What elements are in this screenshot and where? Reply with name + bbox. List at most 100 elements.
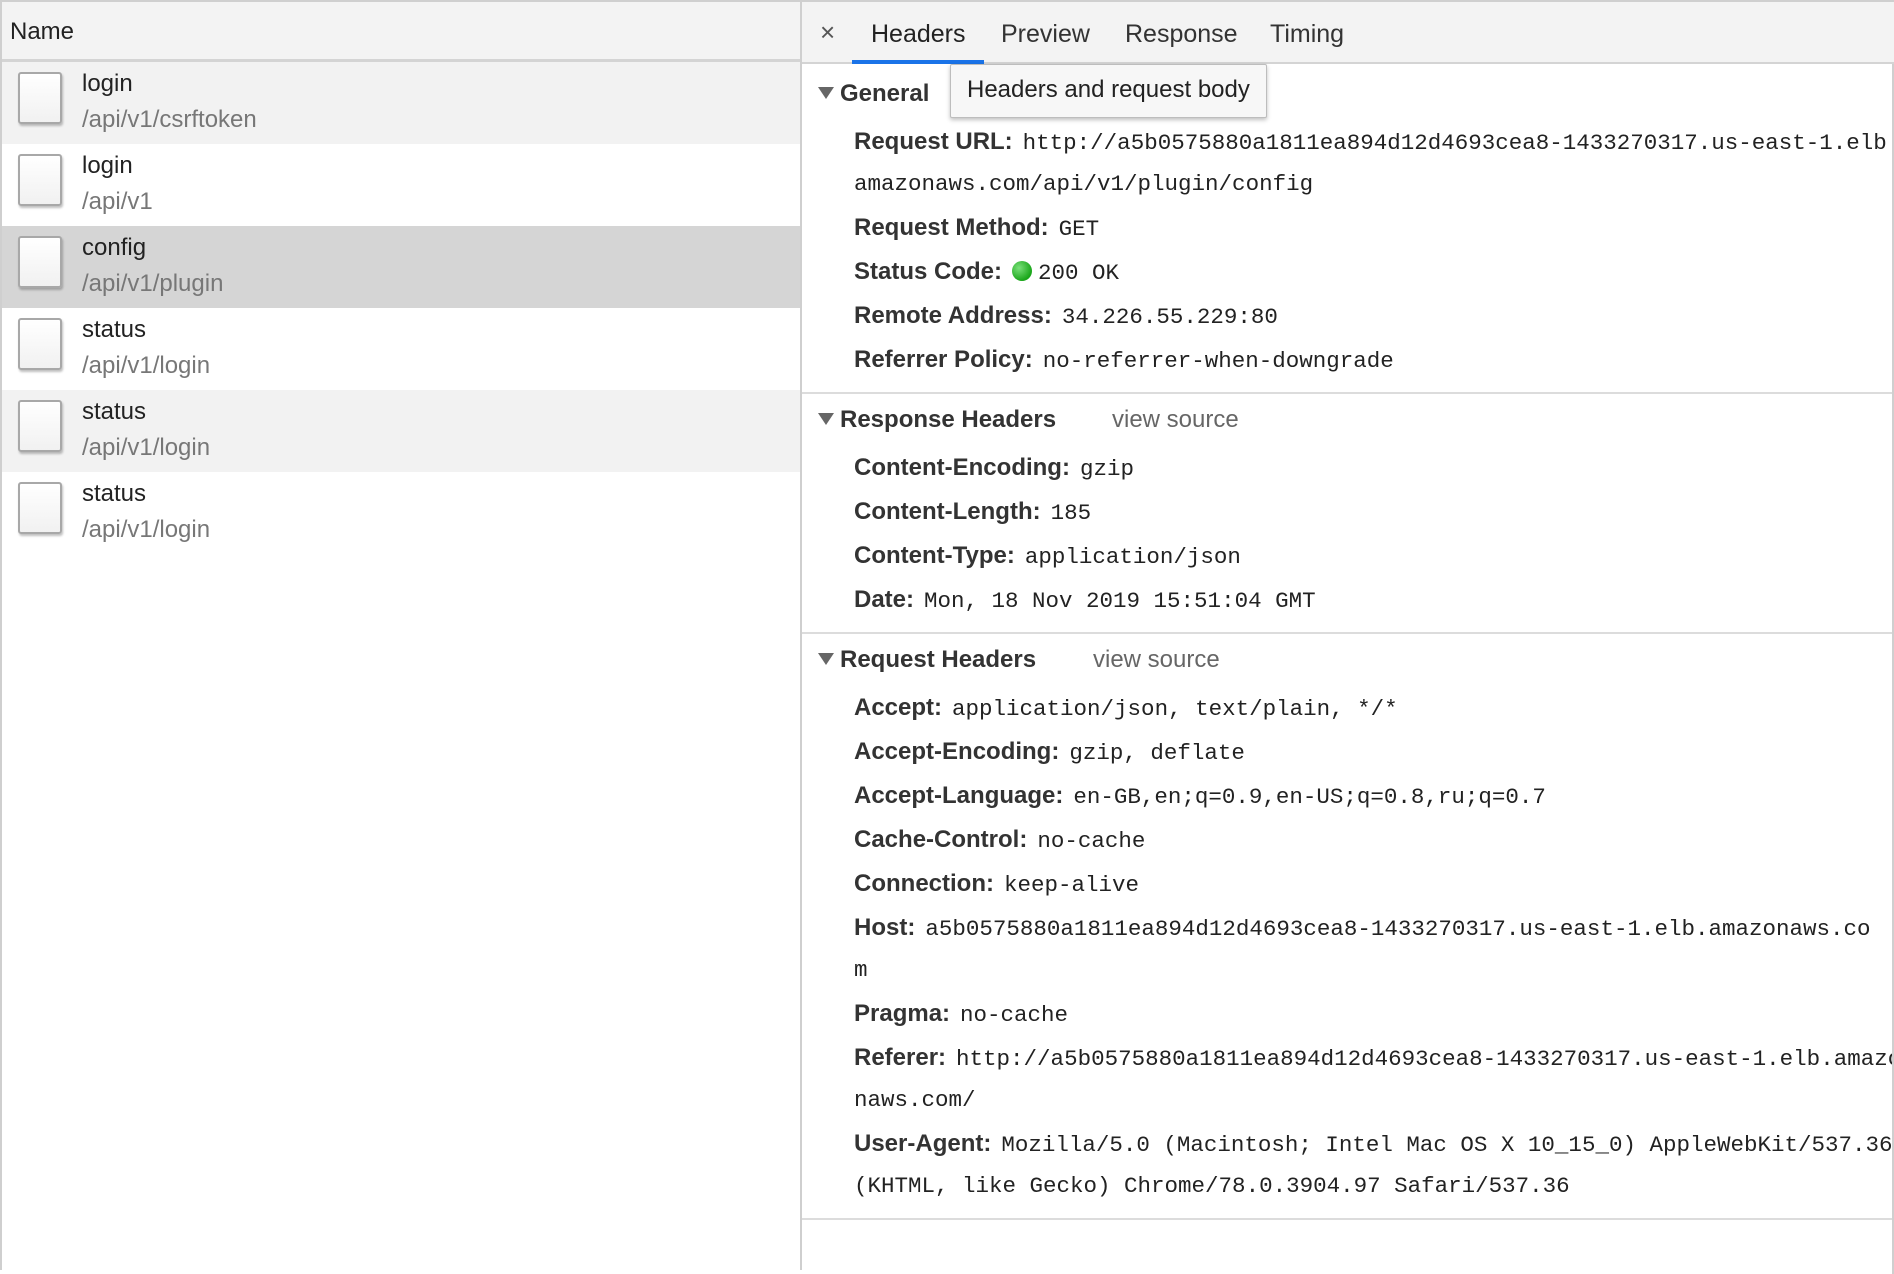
header-key: Accept: bbox=[854, 694, 943, 721]
response-headers-section-toggle[interactable]: Response Headers bbox=[818, 406, 1056, 434]
tab-preview[interactable]: Preview bbox=[1001, 20, 1090, 49]
name-column-header[interactable]: Name bbox=[2, 0, 800, 62]
header-key: Cache-Control: bbox=[854, 826, 1028, 853]
request-name: status bbox=[82, 316, 147, 343]
status-code-row: Status Code: 200 OK bbox=[854, 258, 1119, 286]
request-path: /api/v1 bbox=[82, 188, 153, 215]
document-icon bbox=[18, 482, 62, 534]
document-icon bbox=[18, 154, 62, 206]
request-list-pane: Name login /api/v1/csrftoken login /api/… bbox=[0, 0, 802, 1270]
request-headers-title: Request Headers bbox=[840, 646, 1037, 673]
details-tab-bar: × Headers Preview Response Timing bbox=[802, 0, 1894, 64]
header-key: Content-Type: bbox=[854, 542, 1015, 569]
request-name: status bbox=[82, 398, 147, 425]
request-url-continued: amazonaws.com/api/v1/plugin/config bbox=[854, 171, 1314, 197]
general-section-toggle[interactable]: General bbox=[818, 80, 929, 108]
accept-language-row: Accept-Language: en-GB,en;q=0.9,en-US;q=0… bbox=[854, 782, 1546, 810]
tab-headers[interactable]: Headers bbox=[871, 20, 966, 49]
expand-triangle-icon bbox=[818, 413, 834, 425]
header-key: Remote Address: bbox=[854, 302, 1052, 329]
user-agent-continued: (KHTML, like Gecko) Chrome/78.0.3904.97 … bbox=[854, 1173, 1570, 1199]
expand-triangle-icon bbox=[818, 653, 834, 665]
header-key: Request URL: bbox=[854, 128, 1013, 155]
header-key: Host: bbox=[854, 914, 916, 941]
header-value: Mon, 18 Nov 2019 15:51:04 GMT bbox=[924, 588, 1316, 614]
tab-response[interactable]: Response bbox=[1125, 20, 1238, 49]
content-length-row: Content-Length: 185 bbox=[854, 498, 1091, 526]
headers-tab-tooltip: Headers and request body bbox=[950, 64, 1267, 118]
request-row[interactable]: status /api/v1/login bbox=[2, 308, 800, 390]
header-value: a5b0575880a1811ea894d12d4693cea8-1433270… bbox=[925, 916, 1871, 942]
referer-row: Referer: http://a5b0575880a1811ea894d12d4… bbox=[854, 1044, 1894, 1072]
accept-row: Accept: application/json, text/plain, */* bbox=[854, 694, 1398, 722]
header-key: Status Code: bbox=[854, 258, 1003, 285]
header-key: Connection: bbox=[854, 870, 994, 897]
request-view-source-link[interactable]: view source bbox=[1093, 646, 1220, 674]
date-row: Date: Mon, 18 Nov 2019 15:51:04 GMT bbox=[854, 586, 1316, 614]
request-row[interactable]: status /api/v1/login bbox=[2, 472, 800, 554]
header-key: Pragma: bbox=[854, 1000, 951, 1027]
request-url-row: Request URL: http://a5b0575880a1811ea894d… bbox=[854, 128, 1894, 156]
header-value: application/json, text/plain, */* bbox=[952, 696, 1398, 722]
header-key: Accept-Language: bbox=[854, 782, 1064, 809]
header-value: Mozilla/5.0 (Macintosh; Intel Mac OS X 1… bbox=[1001, 1132, 1893, 1158]
header-value: GET bbox=[1058, 216, 1100, 242]
request-path: /api/v1/plugin bbox=[82, 270, 224, 297]
status-ok-dot-icon bbox=[1012, 261, 1033, 281]
header-value: gzip bbox=[1079, 456, 1134, 482]
header-key: User-Agent: bbox=[854, 1130, 992, 1157]
header-key: Content-Length: bbox=[854, 498, 1041, 525]
header-key: Referer: bbox=[854, 1044, 947, 1071]
cache-control-row: Cache-Control: no-cache bbox=[854, 826, 1145, 854]
close-icon[interactable]: × bbox=[820, 18, 835, 46]
request-path: /api/v1/csrftoken bbox=[82, 106, 257, 133]
request-method-row: Request Method: GET bbox=[854, 214, 1099, 242]
section-divider bbox=[802, 1218, 1894, 1220]
referrer-policy-row: Referrer Policy: no-referrer-when-downgra… bbox=[854, 346, 1394, 374]
request-path: /api/v1/login bbox=[82, 516, 211, 543]
referer-continued: naws.com/ bbox=[854, 1087, 976, 1113]
request-row-selected[interactable]: config /api/v1/plugin bbox=[2, 226, 800, 308]
header-value: no-cache bbox=[960, 1002, 1069, 1028]
document-icon bbox=[18, 72, 62, 124]
response-headers-title: Response Headers bbox=[840, 406, 1057, 433]
request-headers-section-toggle[interactable]: Request Headers bbox=[818, 646, 1036, 674]
header-value: no-cache bbox=[1037, 828, 1146, 854]
content-type-row: Content-Type: application/json bbox=[854, 542, 1241, 570]
document-icon bbox=[18, 400, 62, 452]
request-name: login bbox=[82, 70, 133, 97]
request-details-pane: × Headers Preview Response Timing Genera… bbox=[802, 0, 1894, 1274]
connection-row: Connection: keep-alive bbox=[854, 870, 1139, 898]
content-encoding-row: Content-Encoding: gzip bbox=[854, 454, 1134, 482]
header-key: Request Method: bbox=[854, 214, 1049, 241]
request-row[interactable]: login /api/v1/csrftoken bbox=[2, 62, 800, 144]
header-value: keep-alive bbox=[1003, 872, 1140, 898]
tab-timing[interactable]: Timing bbox=[1270, 20, 1344, 49]
header-key: Date: bbox=[854, 586, 915, 613]
response-view-source-link[interactable]: view source bbox=[1112, 406, 1239, 434]
header-value: http://a5b0575880a1811ea894d12d4693cea8-… bbox=[956, 1046, 1894, 1072]
document-icon bbox=[18, 318, 62, 370]
host-row: Host: a5b0575880a1811ea894d12d4693cea8-14… bbox=[854, 914, 1870, 942]
header-value: 200 OK bbox=[1038, 260, 1120, 286]
host-continued: m bbox=[854, 957, 868, 983]
header-value: http://a5b0575880a1811ea894d12d4693cea8-… bbox=[1022, 130, 1894, 156]
request-name: config bbox=[82, 234, 147, 261]
header-value: en-GB,en;q=0.9,en-US;q=0.8,ru;q=0.7 bbox=[1073, 784, 1546, 810]
user-agent-row: User-Agent: Mozilla/5.0 (Macintosh; Intel… bbox=[854, 1130, 1893, 1158]
section-divider bbox=[802, 632, 1894, 634]
request-path: /api/v1/login bbox=[82, 434, 211, 461]
pragma-row: Pragma: no-cache bbox=[854, 1000, 1068, 1028]
header-value: 185 bbox=[1050, 500, 1092, 526]
section-divider bbox=[802, 392, 1894, 394]
general-section-title: General bbox=[840, 80, 930, 107]
request-name: status bbox=[82, 480, 147, 507]
request-name: login bbox=[82, 152, 133, 179]
request-row[interactable]: login /api/v1 bbox=[2, 144, 800, 226]
header-value: application/json bbox=[1024, 544, 1241, 570]
header-value: gzip, deflate bbox=[1069, 740, 1245, 766]
request-row[interactable]: status /api/v1/login bbox=[2, 390, 800, 472]
remote-address-row: Remote Address: 34.226.55.229:80 bbox=[854, 302, 1278, 330]
request-path: /api/v1/login bbox=[82, 352, 211, 379]
header-key: Accept-Encoding: bbox=[854, 738, 1060, 765]
